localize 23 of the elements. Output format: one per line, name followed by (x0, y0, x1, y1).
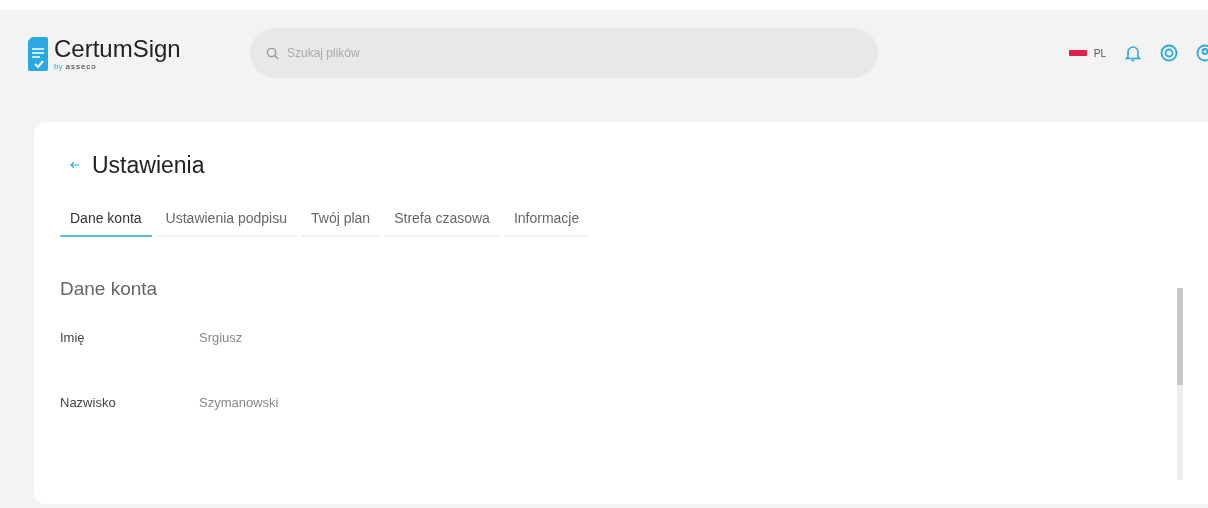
settings-tab[interactable]: Ustawienia podpisu (155, 202, 297, 237)
scrollbar[interactable] (1177, 288, 1183, 480)
back-arrow-icon[interactable] (70, 161, 80, 170)
field-value: Szymanowski (199, 393, 279, 412)
logo-by-text: by (54, 61, 63, 72)
company-logo-text: asseco (65, 61, 97, 72)
flag-icon (1068, 50, 1087, 56)
lifebuoy-icon[interactable] (1160, 44, 1178, 62)
field-label: Imię (60, 329, 86, 347)
search-icon (266, 47, 279, 60)
language-label[interactable]: PL (1093, 45, 1106, 61)
settings-tab[interactable]: Strefa czasowa (384, 202, 500, 237)
field-label: Nazwisko (60, 393, 117, 412)
logo-text: CertumSign (54, 34, 181, 63)
search-field[interactable]: Szukaj plików (250, 28, 878, 78)
settings-tab[interactable]: Informacje (503, 202, 590, 237)
section-heading: Dane konta (60, 276, 159, 301)
bell-icon[interactable] (1124, 44, 1142, 62)
document-check-icon (28, 37, 48, 71)
settings-tab[interactable]: Dane konta (60, 202, 152, 237)
page-title: Ustawienia (92, 151, 205, 180)
field-value: Srgiusz (199, 329, 243, 347)
settings-tab[interactable]: Twój plan (301, 202, 381, 237)
